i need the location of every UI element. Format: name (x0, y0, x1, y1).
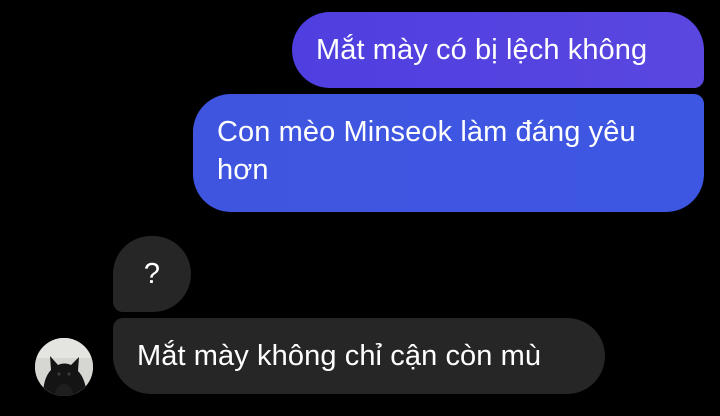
message-text: Mắt mày có bị lệch không (316, 34, 648, 66)
black-cat-avatar-icon (35, 338, 93, 396)
chat-thread: Mắt mày có bị lệch không Con mèo Minseok… (0, 0, 720, 416)
message-text: Mắt mày không chỉ cận còn mù (137, 340, 542, 372)
message-text: ? (143, 258, 161, 290)
sender-avatar[interactable] (35, 338, 93, 396)
incoming-message-bubble[interactable]: Mắt mày không chỉ cận còn mù (113, 318, 605, 394)
incoming-message-bubble[interactable]: ? (113, 236, 191, 312)
message-text: Con mèo Minseok làm đáng yêu hơn (217, 116, 636, 186)
outgoing-message-bubble[interactable]: Mắt mày có bị lệch không (292, 12, 704, 88)
outgoing-message-bubble[interactable]: Con mèo Minseok làm đáng yêu hơn (193, 94, 704, 212)
